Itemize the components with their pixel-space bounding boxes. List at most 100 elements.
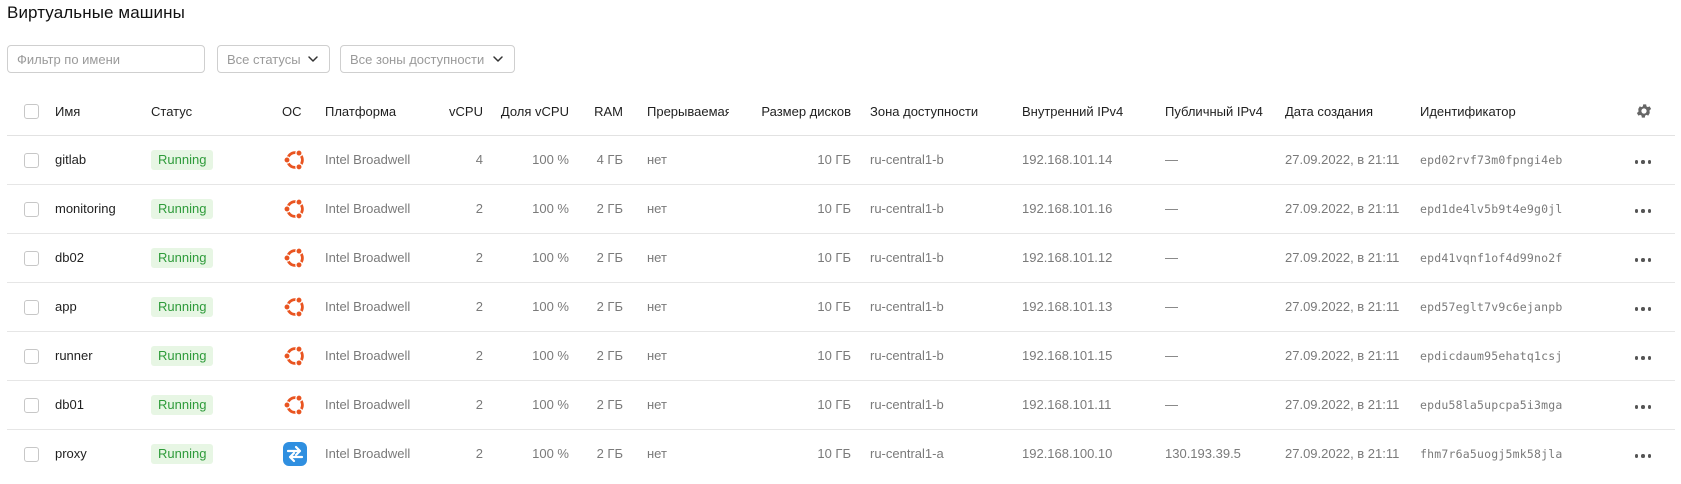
column-header-vcpu[interactable]: vCPU xyxy=(434,88,483,135)
zone-select[interactable]: Все зоны доступности xyxy=(340,45,515,73)
row-spacer xyxy=(623,429,647,478)
ram: 2 ГБ xyxy=(596,201,623,216)
row-checkbox[interactable] xyxy=(24,152,39,168)
status-badge: Running xyxy=(151,443,214,464)
preemptible: нет xyxy=(647,152,667,167)
row-spacer xyxy=(851,380,870,429)
vm-name[interactable]: monitoring xyxy=(55,184,151,233)
vcpu-share: 100 % xyxy=(532,152,569,167)
platform: Intel Broadwell xyxy=(325,201,411,216)
vcpu-share: 100 % xyxy=(532,201,569,216)
row-checkbox[interactable] xyxy=(24,348,39,364)
zone: ru-central1-b xyxy=(870,201,944,216)
column-header-created[interactable]: Дата создания xyxy=(1285,88,1420,135)
created-date: 27.09.2022, в 21:11 xyxy=(1285,250,1400,265)
status-select[interactable]: Все статусы xyxy=(217,45,330,73)
chevron-down-icon xyxy=(306,52,320,66)
more-actions-icon[interactable] xyxy=(1631,156,1656,168)
ram: 2 ГБ xyxy=(596,299,623,314)
ram: 2 ГБ xyxy=(596,446,623,462)
name-filter-input[interactable] xyxy=(7,45,205,73)
vcpu-share: 100 % xyxy=(532,446,569,462)
row-checkbox-cell xyxy=(7,135,55,184)
vm-id: epd02rvf73m0fpngi4eb xyxy=(1420,152,1563,167)
gear-icon[interactable] xyxy=(1635,102,1653,120)
preemptible: нет xyxy=(647,397,667,412)
nat-instance-icon xyxy=(282,441,308,467)
vm-list-page: Виртуальные машины Все статусы Все зоны … xyxy=(0,0,1681,484)
preemptible: нет xyxy=(647,446,667,462)
status-cell: Running xyxy=(151,331,282,380)
column-header-name[interactable]: Имя xyxy=(55,88,151,135)
row-spacer xyxy=(851,135,870,184)
header-spacer xyxy=(851,88,870,135)
column-header-platform[interactable]: Платформа xyxy=(325,88,434,135)
vm-name[interactable]: proxy xyxy=(55,429,151,478)
row-spacer xyxy=(623,233,647,282)
zone-select-label: Все зоны доступности xyxy=(350,51,485,67)
more-actions-icon[interactable] xyxy=(1631,352,1656,364)
column-header-ram[interactable]: RAM xyxy=(569,88,623,135)
vm-name[interactable]: db01 xyxy=(55,380,151,429)
created-date: 27.09.2022, в 21:11 xyxy=(1285,152,1400,167)
row-checkbox[interactable] xyxy=(24,446,39,462)
vcpu-share: 100 % xyxy=(532,397,569,412)
table-row[interactable]: gitlab Running Intel Broadwell 4 100 % 4 ГБ не… xyxy=(7,135,1675,184)
zone: ru-central1-b xyxy=(870,250,944,265)
internal-ipv4: 192.168.101.13 xyxy=(1022,299,1113,314)
row-checkbox[interactable] xyxy=(24,397,39,413)
select-all-checkbox[interactable] xyxy=(24,104,39,120)
row-checkbox-cell xyxy=(7,429,55,478)
zone: ru-central1-b xyxy=(870,152,944,167)
status-cell: Running xyxy=(151,184,282,233)
table-row[interactable]: db02 Running Intel Broadwell 2 100 % 2 ГБ нет 1… xyxy=(7,233,1675,282)
vm-name[interactable]: app xyxy=(55,282,151,331)
more-actions-icon[interactable] xyxy=(1631,254,1656,266)
os-cell xyxy=(282,135,325,184)
column-header-public-ipv4[interactable]: Публичный IPv4 xyxy=(1165,88,1285,135)
column-header-zone[interactable]: Зона доступности xyxy=(870,88,1022,135)
row-checkbox[interactable] xyxy=(24,299,39,315)
public-ipv4: — xyxy=(1165,348,1178,363)
table-row[interactable]: app Running Intel Broadwell 2 100 % 2 ГБ нет 10… xyxy=(7,282,1675,331)
ram: 4 ГБ xyxy=(596,152,623,167)
vm-id: fhm7r6a5uogj5mk58jla xyxy=(1420,446,1563,461)
table-row[interactable]: proxy Running Intel Broadwell 2 100 % 2 ГБ нет… xyxy=(7,429,1675,478)
vm-name[interactable]: db02 xyxy=(55,233,151,282)
row-checkbox[interactable] xyxy=(24,250,39,266)
os-cell xyxy=(282,233,325,282)
status-cell: Running xyxy=(151,380,282,429)
vm-name[interactable]: runner xyxy=(55,331,151,380)
page-title: Виртуальные машины xyxy=(7,3,185,22)
row-checkbox[interactable] xyxy=(24,201,39,217)
table-row[interactable]: runner Running Intel Broadwell 2 100 % 2 ГБ не… xyxy=(7,331,1675,380)
more-actions-icon[interactable] xyxy=(1631,303,1656,315)
row-spacer xyxy=(623,331,647,380)
created-date: 27.09.2022, в 21:11 xyxy=(1285,299,1400,314)
ubuntu-icon xyxy=(282,196,308,222)
row-actions-cell xyxy=(1584,135,1675,184)
disk-size: 10 ГБ xyxy=(817,201,851,216)
column-header-internal-ipv4[interactable]: Внутренний IPv4 xyxy=(1022,88,1165,135)
os-cell xyxy=(282,282,325,331)
vcpu-share: 100 % xyxy=(532,250,569,265)
vm-name[interactable]: gitlab xyxy=(55,135,151,184)
status-badge: Running xyxy=(151,247,214,268)
column-header-status[interactable]: Статус xyxy=(151,88,282,135)
column-header-disk-size[interactable]: Размер дисков xyxy=(729,88,851,135)
row-actions-cell xyxy=(1584,233,1675,282)
row-actions-cell xyxy=(1584,184,1675,233)
column-header-vcpu-share[interactable]: Доля vCPU xyxy=(483,88,569,135)
column-header-os[interactable]: ОС xyxy=(282,88,325,135)
more-actions-icon[interactable] xyxy=(1631,450,1656,462)
status-cell: Running xyxy=(151,135,282,184)
more-actions-icon[interactable] xyxy=(1631,401,1656,413)
table-row[interactable]: monitoring Running Intel Broadwell 2 100 % 2 … xyxy=(7,184,1675,233)
row-actions-cell xyxy=(1584,331,1675,380)
more-actions-icon[interactable] xyxy=(1631,205,1656,217)
status-cell: Running xyxy=(151,282,282,331)
column-header-id[interactable]: Идентификатор xyxy=(1420,88,1584,135)
table-row[interactable]: db01 Running Intel Broadwell 2 100 % 2 ГБ нет 1… xyxy=(7,380,1675,429)
preemptible: нет xyxy=(647,348,667,363)
column-header-preemptible[interactable]: Прерываемая xyxy=(647,88,729,135)
